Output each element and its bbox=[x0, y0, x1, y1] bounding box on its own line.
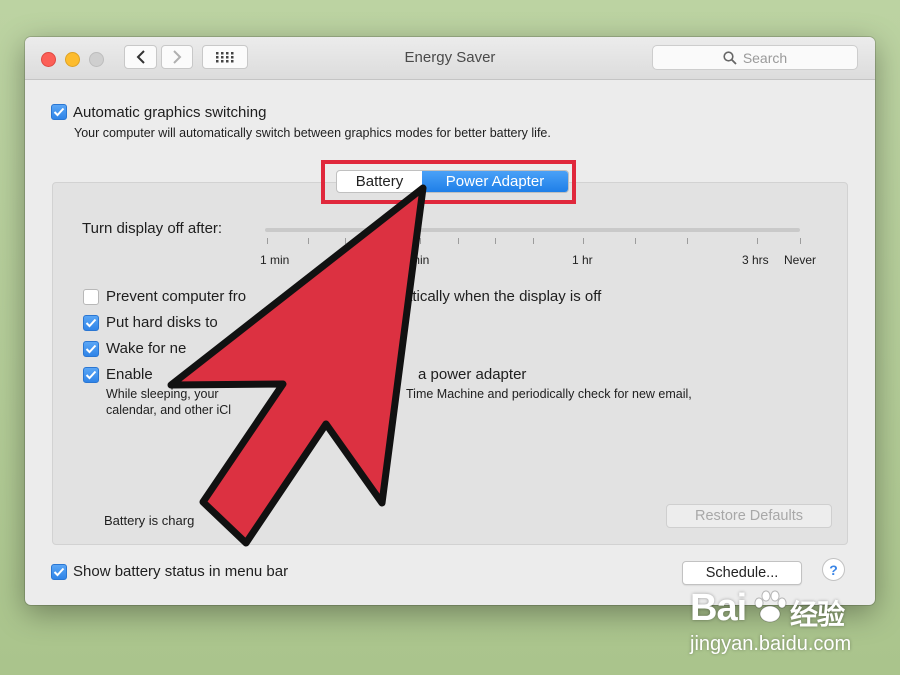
checkmark-icon bbox=[85, 370, 97, 380]
slider-tick bbox=[383, 238, 384, 244]
watermark-url: jingyan.baidu.com bbox=[690, 633, 852, 655]
checkmark-icon bbox=[85, 318, 97, 328]
checkmark-icon bbox=[85, 344, 97, 354]
slider-tick bbox=[635, 238, 636, 244]
battery-status-text: Battery is charg bbox=[104, 513, 195, 528]
tick-label-3hrs: 3 hrs bbox=[742, 253, 769, 267]
slider-tick bbox=[420, 238, 421, 244]
slider-tick bbox=[267, 238, 268, 244]
auto-graphics-description: Your computer will automatically switch … bbox=[74, 126, 551, 140]
display-off-slider[interactable] bbox=[265, 228, 800, 232]
power-nap-description-head: While sleeping, your bbox=[106, 387, 219, 401]
titlebar: Energy Saver Search bbox=[25, 37, 875, 80]
auto-graphics-label: Automatic graphics switching bbox=[73, 104, 267, 121]
wake-network-label: Wake for ne bbox=[106, 340, 187, 357]
schedule-button[interactable]: Schedule... bbox=[682, 561, 802, 585]
prevent-sleep-checkbox[interactable] bbox=[83, 289, 99, 305]
show-battery-status-checkbox[interactable] bbox=[51, 564, 67, 580]
tick-label-never: Never bbox=[784, 253, 817, 267]
power-nap-label-tail: a power adapter bbox=[418, 366, 527, 383]
power-nap-description-tail: Time Machine and periodically check for … bbox=[406, 387, 692, 401]
tick-label-1hr: 1 hr bbox=[572, 253, 593, 267]
tick-label-min: min bbox=[410, 253, 430, 267]
slider-tick bbox=[583, 238, 584, 244]
tick-label-1min: 1 min bbox=[260, 253, 290, 267]
slider-tick bbox=[800, 238, 801, 244]
slider-tick bbox=[757, 238, 758, 244]
paw-logo-icon bbox=[754, 590, 787, 623]
checkmark-icon bbox=[53, 567, 65, 577]
slider-tick bbox=[345, 238, 346, 244]
slider-tick bbox=[533, 238, 534, 244]
show-battery-status-label: Show battery status in menu bar bbox=[73, 563, 289, 580]
hard-disks-sleep-label: Put hard disks to bbox=[106, 314, 218, 331]
search-icon bbox=[723, 50, 737, 65]
prevent-sleep-label-tail: atically when the display is off bbox=[404, 288, 602, 305]
prevent-sleep-label: Prevent computer fro bbox=[106, 288, 247, 305]
slider-tick bbox=[495, 238, 496, 244]
power-nap-checkbox[interactable] bbox=[83, 367, 99, 383]
annotation-highlight-box bbox=[321, 160, 576, 204]
wake-network-checkbox[interactable] bbox=[83, 341, 99, 357]
search-field[interactable]: Search bbox=[652, 45, 858, 70]
checkmark-icon bbox=[53, 107, 65, 117]
slider-tick bbox=[308, 238, 309, 244]
power-nap-label: Enable bbox=[106, 366, 153, 383]
help-button[interactable]: ? bbox=[822, 558, 845, 581]
hard-disks-sleep-checkbox[interactable] bbox=[83, 315, 99, 331]
search-placeholder: Search bbox=[742, 49, 788, 66]
power-nap-description-line2: calendar, and other iCl bbox=[106, 403, 232, 417]
slider-tick bbox=[687, 238, 688, 244]
watermark-brand-cn: 经验 bbox=[790, 599, 845, 630]
display-off-label: Turn display off after: bbox=[82, 220, 223, 237]
restore-defaults-button[interactable]: Restore Defaults bbox=[666, 504, 832, 528]
slider-tick bbox=[458, 238, 459, 244]
energy-saver-window: Energy Saver Search Automatic graphics s… bbox=[25, 37, 875, 605]
auto-graphics-checkbox[interactable] bbox=[51, 104, 67, 120]
baidu-watermark: Bai 经验 jingyan.baidu.com bbox=[690, 587, 890, 667]
watermark-brand: Bai bbox=[690, 587, 747, 629]
